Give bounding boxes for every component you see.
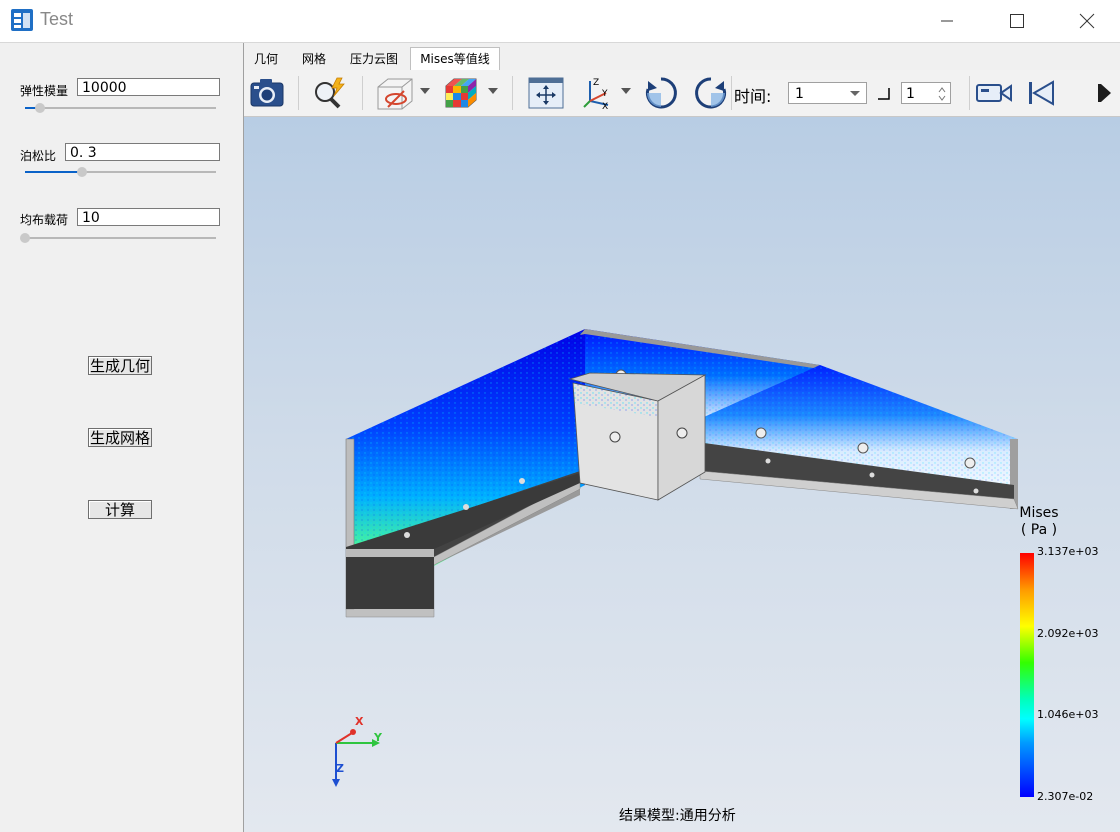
slider-track bbox=[25, 237, 216, 239]
color-cube-icon bbox=[445, 78, 477, 108]
3d-viewport[interactable]: Mises ( Pa ) 3.137e+03 2.092e+03 1.046e+… bbox=[244, 117, 1120, 832]
axis-y-label: Y bbox=[374, 731, 382, 744]
close-icon bbox=[1079, 13, 1095, 29]
uniform-load-input[interactable]: 10 bbox=[77, 208, 220, 226]
hide-show-button[interactable] bbox=[372, 74, 418, 112]
elastic-modulus-input[interactable]: 10000 bbox=[77, 78, 220, 96]
toolbar: Z Y X 时间: 1 1 bbox=[244, 70, 1120, 117]
compute-button[interactable]: 计算 bbox=[88, 500, 152, 519]
bolt-hole bbox=[857, 442, 869, 454]
fit-view-button[interactable] bbox=[526, 74, 566, 112]
svg-text:Z: Z bbox=[593, 78, 599, 88]
axis-z-label: Z bbox=[336, 762, 344, 775]
step-spinbox-value: 1 bbox=[906, 86, 915, 102]
legend-label: 2.092e+03 bbox=[1037, 627, 1099, 640]
first-frame-button[interactable] bbox=[1024, 74, 1058, 112]
time-label: 时间: bbox=[734, 87, 772, 106]
generate-geometry-button[interactable]: 生成几何 bbox=[88, 356, 152, 375]
zoom-button[interactable] bbox=[310, 74, 350, 112]
time-select-value: 1 bbox=[795, 86, 804, 102]
bolt-hole bbox=[755, 427, 767, 439]
axes-view-button[interactable]: Z Y X bbox=[578, 74, 618, 112]
camera-icon bbox=[250, 79, 284, 107]
bolt-hole bbox=[519, 478, 525, 484]
video-camera-icon bbox=[976, 84, 1012, 102]
elastic-modulus-slider[interactable] bbox=[25, 103, 216, 113]
tab-pressure-contour[interactable]: 压力云图 bbox=[340, 48, 408, 70]
first-frame-icon bbox=[1029, 80, 1054, 106]
tab-mises-contour[interactable]: Mises等值线 bbox=[410, 47, 500, 71]
bolt-hole bbox=[964, 457, 976, 469]
left-flange-edge bbox=[346, 549, 434, 557]
uniform-load-slider[interactable] bbox=[20, 233, 216, 243]
fit-view-icon bbox=[528, 77, 564, 109]
window-title: Test bbox=[40, 9, 74, 29]
title-bar: Test bbox=[0, 0, 1120, 43]
axis-x-label: X bbox=[355, 715, 364, 728]
toolbar-separator bbox=[731, 76, 732, 110]
poisson-ratio-slider[interactable] bbox=[25, 167, 216, 177]
maximize-icon bbox=[1010, 14, 1024, 28]
result-model-status: 结果模型:通用分析 bbox=[619, 808, 736, 824]
slider-track bbox=[25, 107, 216, 109]
poisson-ratio-label: 泊松比 bbox=[20, 149, 57, 163]
screenshot-button[interactable] bbox=[248, 74, 286, 112]
slider-thumb[interactable] bbox=[20, 233, 30, 243]
svg-text:Y: Y bbox=[601, 89, 608, 99]
svg-text:X: X bbox=[602, 102, 608, 111]
zoom-icon bbox=[315, 77, 345, 109]
elastic-modulus-label: 弹性模量 bbox=[20, 84, 69, 98]
legend-min-label: 2.307e-02 bbox=[1037, 790, 1094, 803]
bolt-hole bbox=[609, 431, 621, 443]
axes-view-dropdown-arrow[interactable] bbox=[621, 88, 631, 94]
toolbar-separator bbox=[362, 76, 363, 110]
minimize-icon bbox=[941, 20, 953, 22]
bolt-hole bbox=[973, 488, 979, 494]
rotate-ccw-button[interactable] bbox=[692, 74, 730, 112]
hide-show-icon bbox=[377, 78, 413, 110]
bolt-hole bbox=[404, 532, 410, 538]
toolbar-separator bbox=[969, 76, 970, 110]
bolt-hole bbox=[676, 427, 688, 439]
hide-show-dropdown-arrow[interactable] bbox=[420, 88, 430, 94]
slider-fill bbox=[25, 171, 83, 173]
toolbar-separator bbox=[298, 76, 299, 110]
spin-arrows-icon[interactable] bbox=[938, 86, 946, 102]
minimize-button[interactable] bbox=[912, 0, 982, 42]
legend-unit: ( Pa ) bbox=[1020, 522, 1058, 538]
step-spinbox[interactable]: 1 bbox=[901, 82, 951, 104]
tab-mesh[interactable]: 网格 bbox=[290, 48, 338, 70]
maximize-button[interactable] bbox=[982, 0, 1052, 42]
legend-max-label: 3.137e+03 bbox=[1037, 545, 1099, 558]
rotate-cw-icon bbox=[645, 77, 677, 109]
poisson-ratio-input[interactable]: 0. 3 bbox=[65, 143, 220, 161]
chevron-down-icon bbox=[850, 91, 860, 96]
time-select[interactable]: 1 bbox=[788, 82, 867, 104]
color-map-button[interactable] bbox=[440, 74, 480, 112]
rotate-ccw-icon bbox=[695, 77, 727, 109]
axes-view-icon: Z Y X bbox=[583, 78, 609, 111]
next-icon bbox=[1098, 84, 1111, 102]
parameter-panel: 弹性模量 10000 泊松比 0. 3 均布载荷 10 生成几何 生成网格 计算 bbox=[0, 43, 244, 832]
bolt-hole bbox=[765, 458, 771, 464]
record-video-button[interactable] bbox=[974, 74, 1014, 112]
bolt-hole bbox=[463, 504, 469, 510]
next-frame-button[interactable] bbox=[1096, 74, 1116, 112]
legend-title: Mises bbox=[1019, 505, 1059, 521]
app-icon bbox=[11, 9, 33, 31]
bolt-hole bbox=[869, 472, 875, 478]
step-checkbox-icon[interactable] bbox=[876, 86, 892, 102]
legend-label: 1.046e+03 bbox=[1037, 708, 1099, 721]
color-legend-bar bbox=[1020, 553, 1034, 797]
toolbar-separator bbox=[512, 76, 513, 110]
color-map-dropdown-arrow[interactable] bbox=[488, 88, 498, 94]
tab-geometry[interactable]: 几何 bbox=[244, 48, 288, 70]
rotate-cw-button[interactable] bbox=[642, 74, 680, 112]
slider-thumb[interactable] bbox=[35, 103, 46, 113]
close-button[interactable] bbox=[1052, 0, 1120, 42]
uniform-load-label: 均布载荷 bbox=[20, 213, 69, 227]
slider-thumb[interactable] bbox=[77, 167, 88, 177]
generate-mesh-button[interactable]: 生成网格 bbox=[88, 428, 152, 447]
